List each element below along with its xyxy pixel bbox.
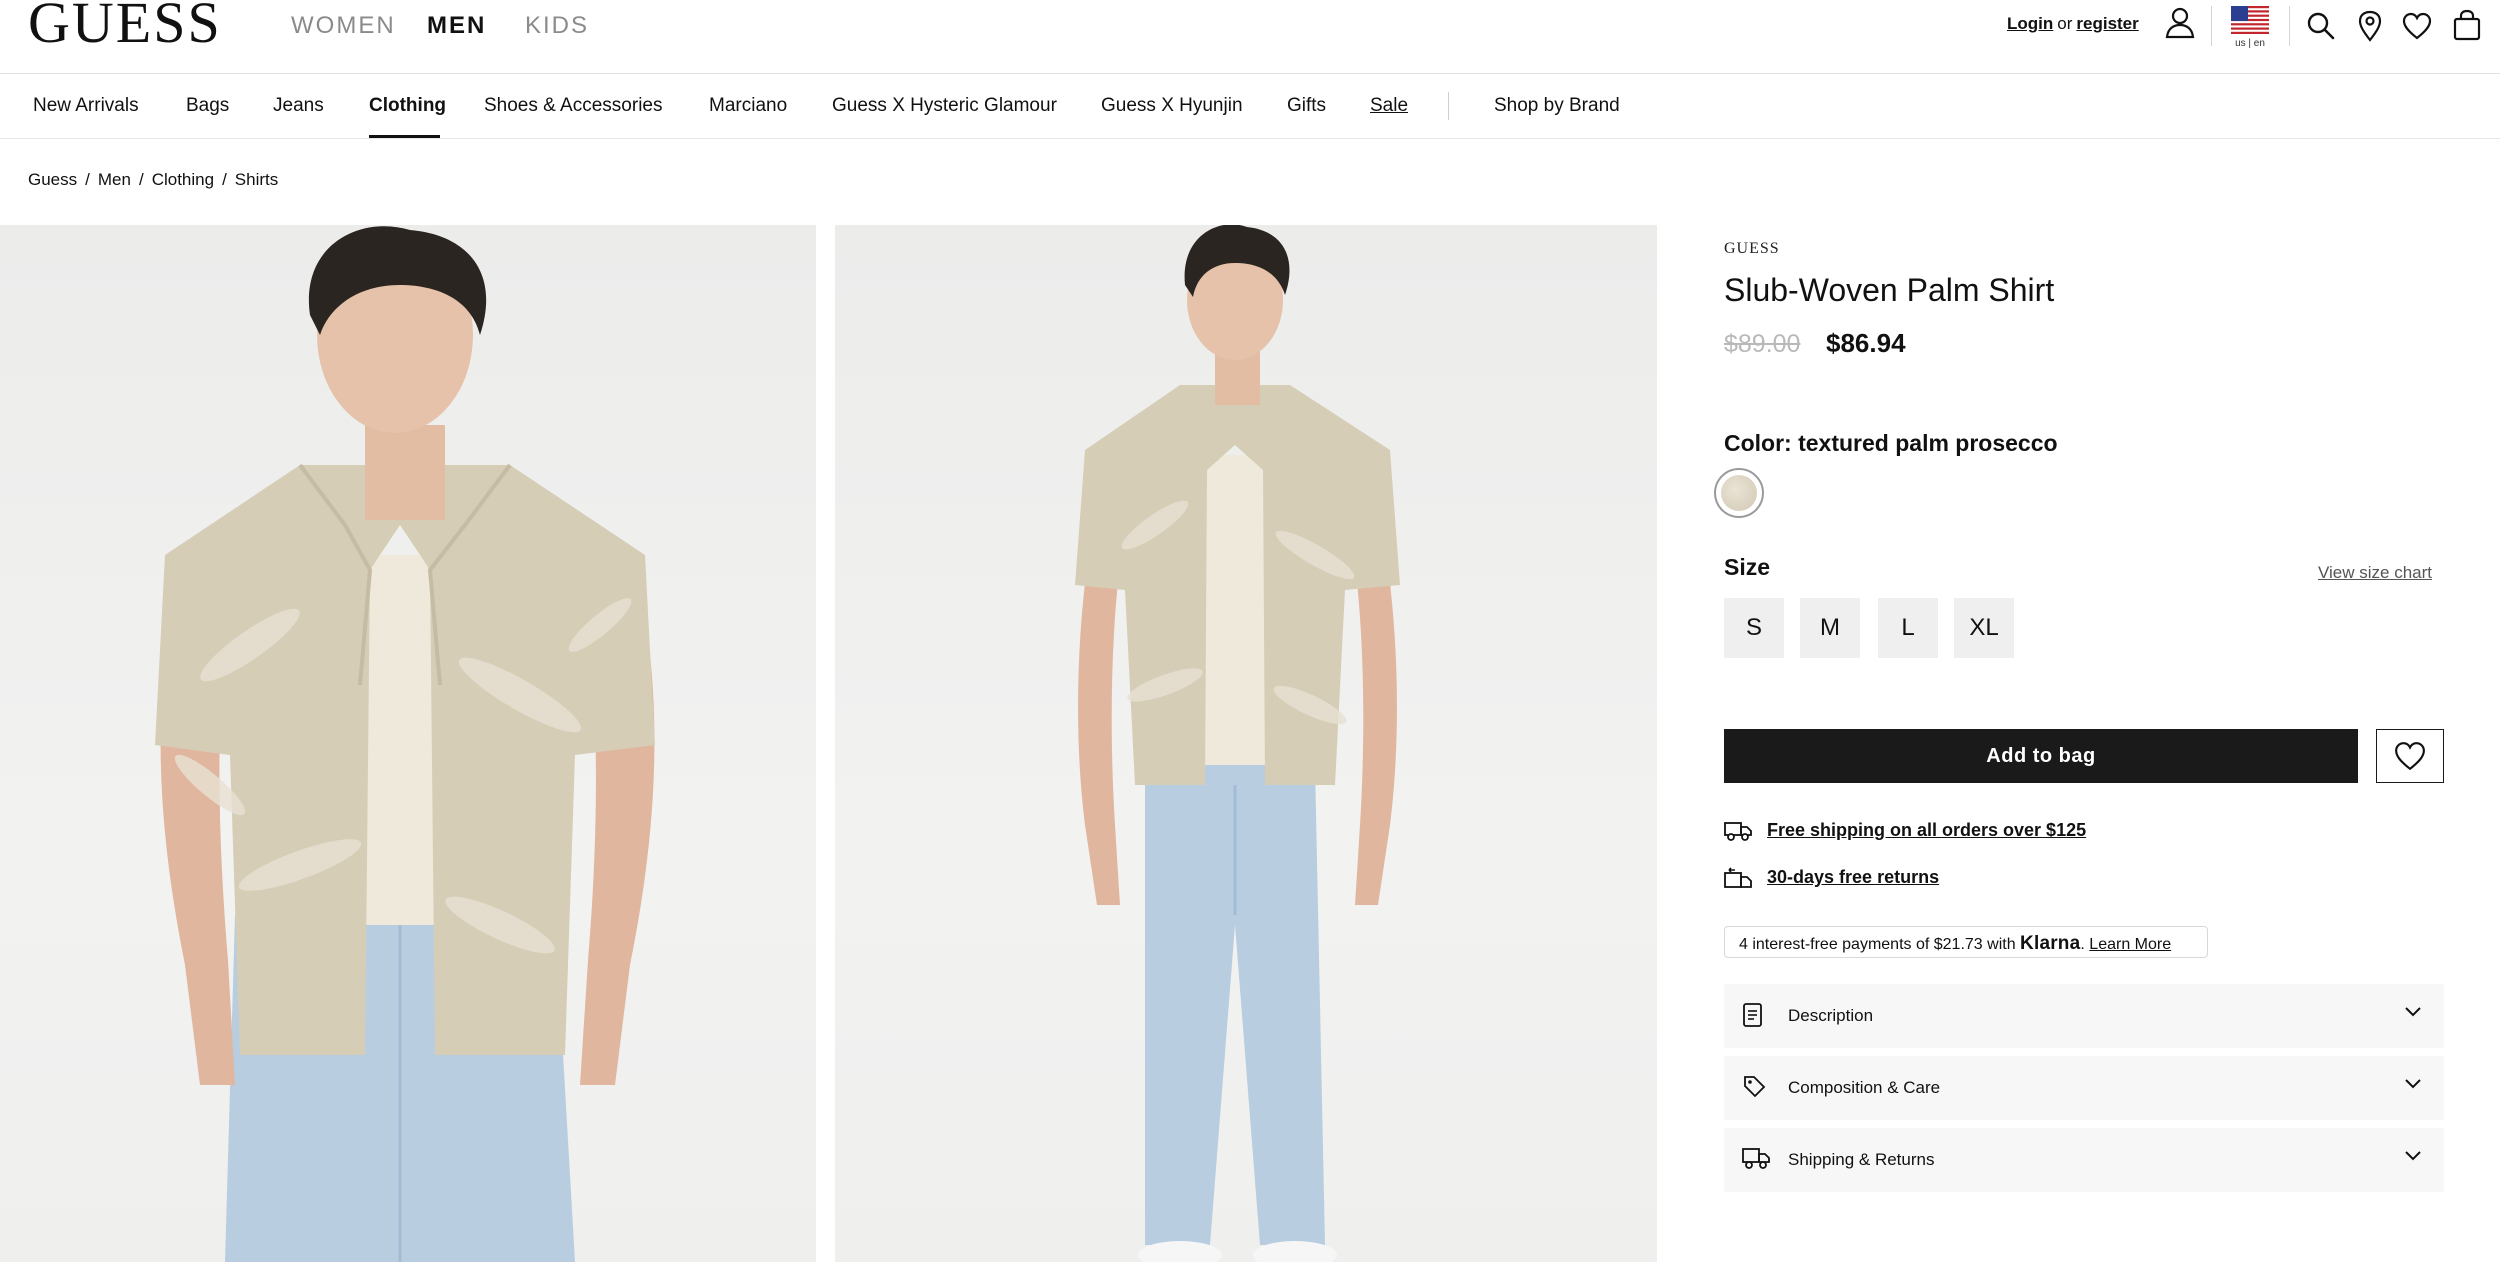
perk-free-shipping-text[interactable]: Free shipping on all orders over $125 <box>1767 820 2086 841</box>
guess-logo[interactable]: GUESS <box>28 0 222 52</box>
document-icon <box>1743 1003 1762 1027</box>
klarna-learn-more-link[interactable]: Learn More <box>2089 936 2171 953</box>
color-label: Color: textured palm prosecco <box>1724 430 2058 456</box>
nav-clothing[interactable]: Clothing <box>369 95 446 117</box>
nav-gifts[interactable]: Gifts <box>1287 95 1326 117</box>
location-pin-icon[interactable] <box>2358 10 2382 42</box>
klarna-suffix-text: . <box>2080 936 2085 953</box>
nav-shoes-accessories[interactable]: Shoes & Accessories <box>484 95 662 117</box>
breadcrumb-shirts[interactable]: Shirts <box>235 170 278 189</box>
accordion-composition-care[interactable]: Composition & Care <box>1724 1056 2444 1120</box>
breadcrumb-men[interactable]: Men <box>98 170 131 189</box>
accordion-composition-care-label: Composition & Care <box>1788 1078 1941 1097</box>
returns-icon <box>1724 867 1752 888</box>
original-price: $89.00 <box>1724 330 1801 358</box>
size-option-xl[interactable]: XL <box>1954 598 2014 658</box>
perk-free-shipping[interactable]: Free shipping on all orders over $125 <box>1724 820 2086 847</box>
nav-divider <box>1448 92 1449 120</box>
search-icon[interactable] <box>2306 11 2336 41</box>
header-divider <box>2289 6 2290 46</box>
auth-or-text: or <box>2057 14 2073 33</box>
nav-jeans[interactable]: Jeans <box>273 95 324 117</box>
nav-guess-x-hyunjin[interactable]: Guess X Hyunjin <box>1101 95 1243 117</box>
nav-shop-by-brand[interactable]: Shop by Brand <box>1494 95 1620 117</box>
breadcrumb-guess[interactable]: Guess <box>28 170 77 189</box>
model-illustration-closeup <box>155 226 655 1262</box>
category-nav: New Arrivals Bags Jeans Clothing Shoes &… <box>0 74 2500 139</box>
us-flag-icon <box>2231 6 2269 34</box>
accordion-shipping-returns[interactable]: Shipping & Returns <box>1724 1128 2444 1192</box>
heart-icon <box>2395 742 2425 771</box>
locale-selector[interactable]: us | en <box>2231 6 2269 50</box>
chevron-down-icon <box>2405 1151 2421 1161</box>
accordion-shipping-returns-label: Shipping & Returns <box>1788 1150 1935 1169</box>
locale-label: us | en <box>2235 38 2265 49</box>
header-divider <box>2211 6 2212 46</box>
nav-bags[interactable]: Bags <box>186 95 229 117</box>
auth-links: Login or register <box>2007 14 2139 34</box>
register-link[interactable]: register <box>2076 14 2138 33</box>
product-image-full-body[interactable] <box>835 225 1657 1262</box>
breadcrumb-separator: / <box>222 170 227 189</box>
nav-new-arrivals[interactable]: New Arrivals <box>33 95 139 117</box>
nav-sale[interactable]: Sale <box>1370 95 1408 117</box>
view-size-chart-link[interactable]: View size chart <box>2318 563 2432 583</box>
nav-marciano[interactable]: Marciano <box>709 95 787 117</box>
tab-women[interactable]: WOMEN <box>291 12 396 40</box>
add-to-bag-button[interactable]: Add to bag <box>1724 729 2358 783</box>
klarna-installments-banner: 4 interest-free payments of $21.73 with … <box>1724 926 2208 958</box>
top-header: GUESS WOMEN MEN KIDS Login or register us … <box>0 0 2500 74</box>
product-brand: GUESS <box>1724 240 1780 257</box>
tab-kids[interactable]: KIDS <box>525 12 589 40</box>
sale-price: $86.94 <box>1826 328 1906 358</box>
account-icon[interactable] <box>2165 7 2195 39</box>
size-option-s[interactable]: S <box>1724 598 1784 658</box>
breadcrumb-separator: / <box>138 170 144 189</box>
accordion-description-label: Description <box>1788 1006 1874 1025</box>
perk-free-returns[interactable]: 30-days free returns <box>1724 867 1939 896</box>
truck-icon <box>1724 822 1752 841</box>
product-image-front-closeup[interactable] <box>0 225 816 1262</box>
perk-free-returns-text[interactable]: 30-days free returns <box>1767 867 1939 888</box>
delivery-truck-icon <box>1742 1148 1770 1169</box>
model-illustration-full-body <box>1075 225 1400 1262</box>
size-option-m[interactable]: M <box>1800 598 1860 658</box>
nav-guess-x-hysteric-glamour[interactable]: Guess X Hysteric Glamour <box>832 95 1057 117</box>
color-swatch-textured-palm-prosecco[interactable] <box>1714 468 1764 518</box>
shopping-bag-icon[interactable] <box>2453 9 2481 41</box>
tag-icon <box>1744 1076 1766 1098</box>
swatch-fill <box>1721 475 1757 511</box>
chevron-down-icon <box>2405 1079 2421 1089</box>
klarna-prefix-text: 4 interest-free payments of $21.73 with <box>1739 936 2021 953</box>
breadcrumb-separator: / <box>85 170 90 189</box>
login-link[interactable]: Login <box>2007 14 2053 33</box>
accordion-description[interactable]: Description <box>1724 984 2444 1048</box>
active-nav-indicator <box>369 135 440 138</box>
wishlist-heart-icon[interactable] <box>2402 12 2432 40</box>
chevron-down-icon <box>2405 1007 2421 1017</box>
breadcrumb-clothing[interactable]: Clothing <box>152 170 214 189</box>
add-to-wishlist-button[interactable] <box>2376 729 2444 783</box>
product-title: Slub-Woven Palm Shirt <box>1724 272 2055 308</box>
klarna-logo: Klarna <box>2020 933 2081 954</box>
tab-men[interactable]: MEN <box>427 12 486 40</box>
size-option-l[interactable]: L <box>1878 598 1938 658</box>
size-label: Size <box>1724 554 1771 580</box>
breadcrumb: Guess / Men / Clothing / Shirts <box>28 170 278 190</box>
